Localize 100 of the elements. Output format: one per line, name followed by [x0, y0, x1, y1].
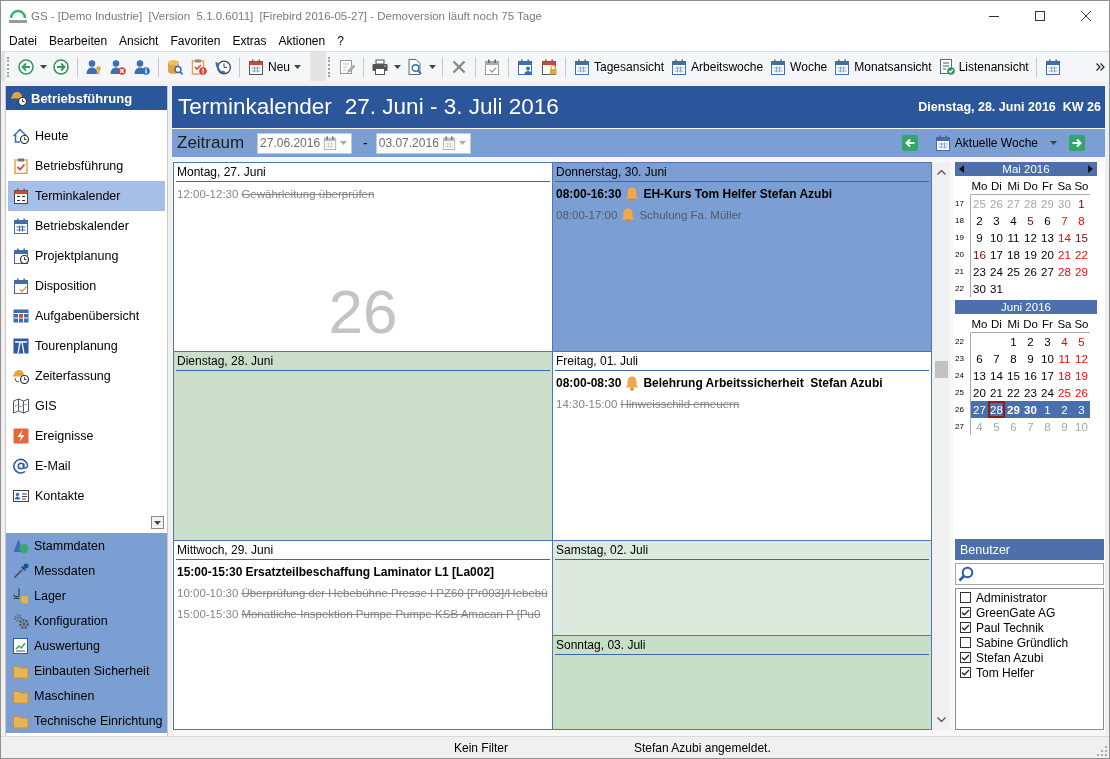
- calendar-day[interactable]: 9: [971, 229, 988, 246]
- search-field[interactable]: [955, 563, 1104, 585]
- event-title[interactable]: Gewährleitung überprüfen: [241, 187, 375, 200]
- calendar-day[interactable]: 2: [971, 212, 988, 229]
- sidebar-group[interactable]: Messdaten: [6, 558, 167, 583]
- calendar-day[interactable]: 15: [1073, 229, 1090, 246]
- new-button[interactable]: Neu: [244, 54, 304, 79]
- calendar-day[interactable]: 24: [988, 263, 1005, 280]
- calendar-day[interactable]: 6: [1039, 212, 1056, 229]
- sidebar-item[interactable]: Projektplanung: [8, 241, 165, 271]
- sidebar-item[interactable]: Terminkalender: [8, 181, 165, 211]
- event-title[interactable]: Monatliche Inspektion Pumpe Pumpe KSB Amacan P [Pu0: [241, 607, 541, 620]
- calendar-day[interactable]: 26: [1073, 384, 1090, 401]
- calendar-day[interactable]: 27: [1039, 263, 1056, 280]
- view-button[interactable]: Woche: [766, 54, 831, 79]
- calendar-day[interactable]: 2: [1022, 333, 1039, 350]
- sidebar-group[interactable]: Einbauten Sicherheit: [6, 658, 167, 683]
- sidebar-group[interactable]: Maschinen: [6, 683, 167, 708]
- calendar-day[interactable]: 11: [1005, 229, 1022, 246]
- day-cell[interactable]: [174, 541, 552, 729]
- menu-item[interactable]: Aktionen: [272, 31, 332, 51]
- calendar-day[interactable]: 1: [1005, 333, 1022, 350]
- calendar-day[interactable]: 17: [988, 246, 1005, 263]
- calendar-day[interactable]: 28: [988, 401, 1005, 418]
- calendar-day[interactable]: 15: [1005, 367, 1022, 384]
- calendar-day[interactable]: 30: [971, 280, 988, 297]
- day-cell[interactable]: Donnerstag, 30. Juni 08:00-16:30 EH-Kurs Tom Helfer Stefan Azubi 08:00-17:00 Schulung Fa. Müller: [553, 163, 931, 351]
- checkbox[interactable]: [960, 667, 971, 678]
- day-cell[interactable]: Samstag, 02. Juli: [553, 541, 931, 635]
- sidebar-item[interactable]: Betriebsführung: [8, 151, 165, 181]
- calendar-day[interactable]: 19: [1022, 246, 1039, 263]
- scrollbar-thumb[interactable]: [934, 361, 948, 378]
- calendar-day[interactable]: 7: [988, 350, 1005, 367]
- view-button[interactable]: Listenansicht: [934, 54, 1032, 79]
- calendar-day[interactable]: 23: [1022, 384, 1039, 401]
- calendar-day[interactable]: 5: [1022, 212, 1039, 229]
- view-dropdown[interactable]: Aktuelle Woche: [934, 135, 1057, 151]
- menu-item[interactable]: ?: [331, 31, 350, 51]
- calendar-day[interactable]: 31: [988, 280, 1005, 297]
- calendar-day[interactable]: 26: [1022, 263, 1039, 280]
- sidebar-item[interactable]: GIS: [8, 391, 165, 421]
- calendar-day[interactable]: 28: [1056, 263, 1073, 280]
- scrollbar[interactable]: [932, 162, 950, 730]
- menu-item[interactable]: Datei: [3, 31, 43, 51]
- calendar-day[interactable]: 12: [1073, 350, 1090, 367]
- calendar-day[interactable]: 8: [1005, 350, 1022, 367]
- sidebar-item[interactable]: Kontakte: [8, 481, 165, 511]
- calendar-day[interactable]: 13: [1039, 229, 1056, 246]
- sidebar-item[interactable]: Tourenplanung: [8, 331, 165, 361]
- calendar-day[interactable]: 8: [1073, 212, 1090, 229]
- calendar-day[interactable]: 2: [1056, 401, 1073, 418]
- sidebar-item[interactable]: E-Mail: [8, 451, 165, 481]
- checkbox[interactable]: [960, 622, 971, 633]
- calendar-day[interactable]: 20: [971, 384, 988, 401]
- menu-item[interactable]: Favoriten: [164, 31, 227, 51]
- dropdown-button[interactable]: [151, 516, 164, 529]
- menu-item[interactable]: Ansicht: [113, 31, 165, 51]
- calendar-day[interactable]: 25: [1005, 263, 1022, 280]
- event-title[interactable]: Überprüfung der Hebebühne Presse I PZ60 [Pr003]/Hebebü: [241, 586, 548, 599]
- calendar-day[interactable]: 9: [1022, 350, 1039, 367]
- calendar-day[interactable]: 4: [1056, 333, 1073, 350]
- sidebar-item[interactable]: Ereignisse: [8, 421, 165, 451]
- calendar-day[interactable]: 27: [971, 401, 988, 418]
- view-button[interactable]: Monatsansicht: [830, 54, 935, 79]
- view-button[interactable]: Arbeitswoche: [667, 54, 767, 79]
- calendar-day[interactable]: 24: [1039, 384, 1056, 401]
- calendar-day[interactable]: 10: [1039, 350, 1056, 367]
- sidebar-group[interactable]: Lager: [6, 583, 167, 608]
- next-week-button[interactable]: [1069, 135, 1085, 151]
- event-title[interactable]: Belehrung Arbeitssicherheit Stefan Azubi: [643, 375, 883, 390]
- calendar-day[interactable]: 29: [1005, 401, 1022, 418]
- selected-week-highlight[interactable]: 27 28 29 30 1 2 3: [970, 401, 1090, 418]
- calendar-day[interactable]: 5: [1073, 333, 1090, 350]
- calendar-day[interactable]: 20: [1039, 246, 1056, 263]
- view-button[interactable]: Tagesansicht: [570, 54, 668, 79]
- calendar-day[interactable]: 19: [1073, 367, 1090, 384]
- calendar-day[interactable]: 12: [1022, 229, 1039, 246]
- calendar-day[interactable]: 3: [988, 212, 1005, 229]
- calendar-day[interactable]: 18: [1005, 246, 1022, 263]
- checkbox[interactable]: [960, 652, 971, 663]
- checkbox[interactable]: [960, 607, 971, 618]
- checkbox[interactable]: [960, 592, 971, 603]
- calendar-day[interactable]: 1: [1073, 195, 1090, 212]
- sidebar-group[interactable]: Auswertung: [6, 633, 167, 658]
- sidebar-item[interactable]: Zeiterfassung: [8, 361, 165, 391]
- calendar-day[interactable]: 14: [988, 367, 1005, 384]
- calendar-day[interactable]: 22: [1005, 384, 1022, 401]
- day-cell[interactable]: Dienstag, 28. Juni: [174, 352, 552, 540]
- calendar-day[interactable]: 16: [1022, 367, 1039, 384]
- sidebar-item[interactable]: Disposition: [8, 271, 165, 301]
- sidebar-group[interactable]: Technische Einrichtung: [6, 708, 167, 733]
- event-title[interactable]: Ersatzteilbeschaffung Laminator L1 [La002]: [245, 564, 495, 579]
- calendar-day[interactable]: 7: [1056, 212, 1073, 229]
- calendar-day[interactable]: 14: [1056, 229, 1073, 246]
- day-cell[interactable]: Sonntag, 03. Juli: [553, 635, 931, 729]
- calendar-day[interactable]: 30: [1022, 401, 1039, 418]
- calendar-day[interactable]: 1: [1039, 401, 1056, 418]
- calendar-day[interactable]: 11: [1056, 350, 1073, 367]
- calendar-day[interactable]: 21: [1056, 246, 1073, 263]
- calendar-day[interactable]: 22: [1073, 246, 1090, 263]
